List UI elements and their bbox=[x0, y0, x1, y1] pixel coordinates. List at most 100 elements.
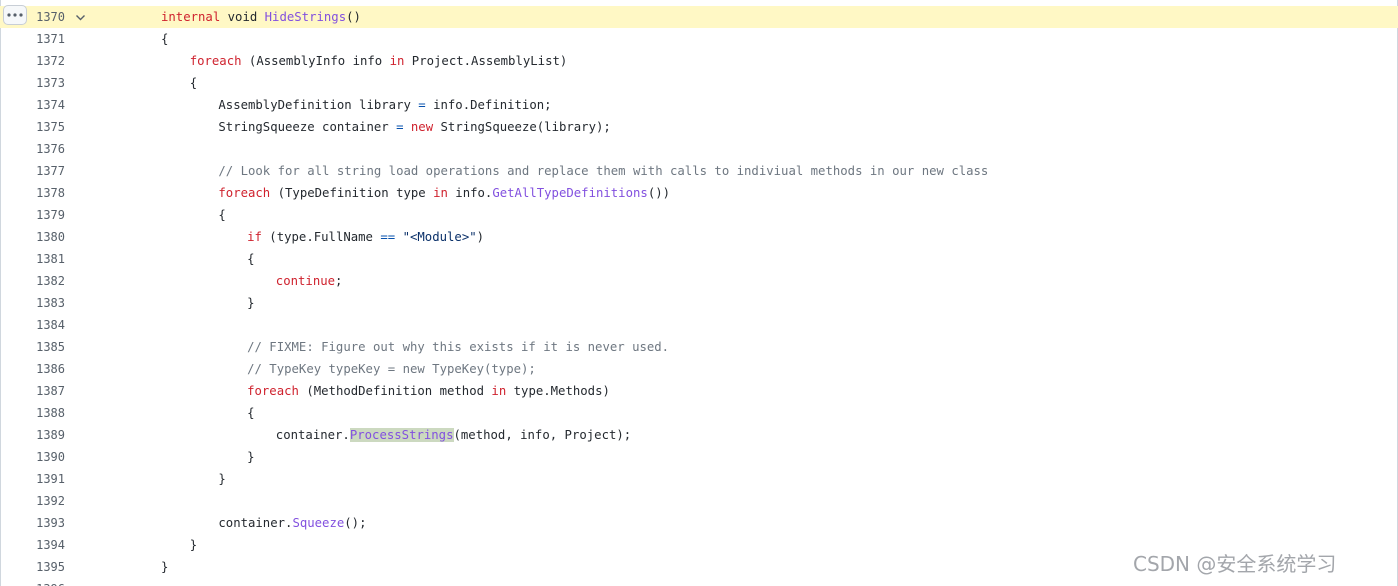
code-text: } bbox=[218, 468, 225, 490]
code-line: 1385 // FIXME: Figure out why this exists… bbox=[0, 336, 1398, 358]
code-token: (type.FullName bbox=[261, 230, 381, 244]
code-text: AssemblyDefinition library = info.Defini… bbox=[218, 94, 551, 116]
line-number: 1371 bbox=[36, 32, 65, 46]
code-token: // FIXME: Figure out why this exists if … bbox=[247, 340, 670, 354]
code-line: 1370 internal void HideStrings() bbox=[0, 6, 1398, 28]
code-text: // TypeKey typeKey = new TypeKey(type); bbox=[247, 358, 536, 380]
code-line: 1386 // TypeKey typeKey = new TypeKey(typ… bbox=[0, 358, 1398, 380]
line-number: 1383 bbox=[36, 296, 65, 310]
code-token: "<Module>" bbox=[402, 230, 477, 244]
code-text: internal void HideStrings() bbox=[161, 6, 361, 28]
code-line: 1374 AssemblyDefinition library = info.De… bbox=[0, 94, 1398, 116]
code-line: 1371 { bbox=[0, 28, 1398, 50]
code-text: } bbox=[190, 534, 197, 556]
code-line: 1388 { bbox=[0, 402, 1398, 424]
line-number: 1375 bbox=[36, 120, 65, 134]
code-line: 1376 bbox=[0, 138, 1398, 160]
code-token: in bbox=[389, 54, 405, 68]
line-number: 1393 bbox=[36, 516, 65, 530]
code-token: AssemblyDefinition library bbox=[218, 98, 419, 112]
code-token: () bbox=[346, 10, 361, 24]
code-token: foreach bbox=[189, 54, 242, 68]
code-text: { bbox=[247, 248, 254, 270]
line-number: 1385 bbox=[36, 340, 65, 354]
code-text: } bbox=[161, 556, 168, 578]
code-text: if (type.FullName == "<Module>") bbox=[247, 226, 484, 248]
code-token: info. bbox=[447, 186, 493, 200]
more-options-button[interactable] bbox=[3, 5, 27, 25]
line-number: 1390 bbox=[36, 450, 65, 464]
code-text: foreach (AssemblyInfo info in Project.As… bbox=[190, 50, 568, 72]
code-token: container. bbox=[218, 516, 293, 530]
code-line: 1372 foreach (AssemblyInfo info in Projec… bbox=[0, 50, 1398, 72]
code-token: // Look for all string load operations a… bbox=[218, 164, 989, 178]
code-text: { bbox=[161, 28, 168, 50]
line-number: 1386 bbox=[36, 362, 65, 376]
code-token: } bbox=[247, 450, 255, 464]
line-number: 1373 bbox=[36, 76, 65, 90]
line-number: 1380 bbox=[36, 230, 65, 244]
code-token: GetAllTypeDefinitions bbox=[492, 186, 648, 200]
code-token: { bbox=[189, 76, 198, 90]
code-token: } bbox=[218, 472, 226, 486]
code-line: 1390} bbox=[0, 446, 1398, 468]
ellipsis-icon bbox=[7, 13, 23, 17]
code-token: (AssemblyInfo info bbox=[241, 54, 390, 68]
code-token: container. bbox=[275, 428, 350, 442]
code-text: foreach (TypeDefinition type in info.Get… bbox=[218, 182, 670, 204]
code-token: (TypeDefinition type bbox=[270, 186, 434, 200]
code-line: 1377 // Look for all string load operatio… bbox=[0, 160, 1398, 182]
code-token: } bbox=[247, 296, 255, 310]
code-text: // Look for all string load operations a… bbox=[218, 160, 988, 182]
code-text: continue; bbox=[276, 270, 343, 292]
code-line: 1389 container.ProcessStrings(method, inf… bbox=[0, 424, 1398, 446]
line-number: 1388 bbox=[36, 406, 65, 420]
code-token: if bbox=[247, 230, 262, 244]
code-token: continue bbox=[275, 274, 336, 288]
line-number: 1370 bbox=[36, 10, 65, 24]
code-text: foreach (MethodDefinition method in type… bbox=[247, 380, 610, 402]
code-token: { bbox=[247, 252, 255, 266]
code-token: Project.AssemblyList) bbox=[404, 54, 568, 68]
line-number: 1378 bbox=[36, 186, 65, 200]
code-token: ) bbox=[476, 230, 485, 244]
code-line: 1381 { bbox=[0, 248, 1398, 270]
code-viewer: 1370 internal void HideStrings() 1371 {1372… bbox=[0, 0, 1398, 586]
code-token: StringSqueeze(library); bbox=[433, 120, 611, 134]
code-token: (MethodDefinition method bbox=[298, 384, 492, 398]
code-text: container.ProcessStrings(method, info, P… bbox=[276, 424, 631, 446]
code-text: { bbox=[190, 72, 197, 94]
code-token: foreach bbox=[218, 186, 271, 200]
code-text: // FIXME: Figure out why this exists if … bbox=[247, 336, 669, 358]
line-number: 1376 bbox=[36, 142, 65, 156]
highlighted-token: ProcessStrings bbox=[349, 428, 454, 442]
code-lines: 1370 internal void HideStrings() 1371 {1372… bbox=[0, 6, 1398, 586]
code-text: } bbox=[247, 292, 254, 314]
code-token: internal bbox=[161, 10, 221, 24]
code-token: { bbox=[218, 208, 226, 222]
code-line: 1380 if (type.FullName == "<Module>") bbox=[0, 226, 1398, 248]
code-text: } bbox=[247, 446, 254, 468]
code-token: in bbox=[491, 384, 507, 398]
code-text: StringSqueeze container = new StringSque… bbox=[218, 116, 610, 138]
code-text: { bbox=[247, 402, 254, 424]
line-number: 1389 bbox=[36, 428, 65, 442]
line-number: 1387 bbox=[36, 384, 65, 398]
line-number: 1394 bbox=[36, 538, 65, 552]
code-token: == bbox=[380, 230, 396, 244]
code-token: new bbox=[410, 120, 434, 134]
code-token: ()) bbox=[647, 186, 671, 200]
line-number: 1391 bbox=[36, 472, 65, 486]
code-token: HideStrings bbox=[264, 10, 347, 24]
code-token: // TypeKey typeKey = new TypeKey(type); bbox=[247, 362, 536, 376]
code-token: } bbox=[161, 560, 169, 574]
line-number: 1384 bbox=[36, 318, 65, 332]
code-token: type.Methods) bbox=[506, 384, 610, 398]
code-line: 1396 bbox=[0, 578, 1398, 586]
code-line: 1384 bbox=[0, 314, 1398, 336]
code-line: 1392 bbox=[0, 490, 1398, 512]
line-number: 1372 bbox=[36, 54, 65, 68]
chevron-down-icon[interactable] bbox=[75, 12, 86, 23]
code-token: foreach bbox=[247, 384, 299, 398]
